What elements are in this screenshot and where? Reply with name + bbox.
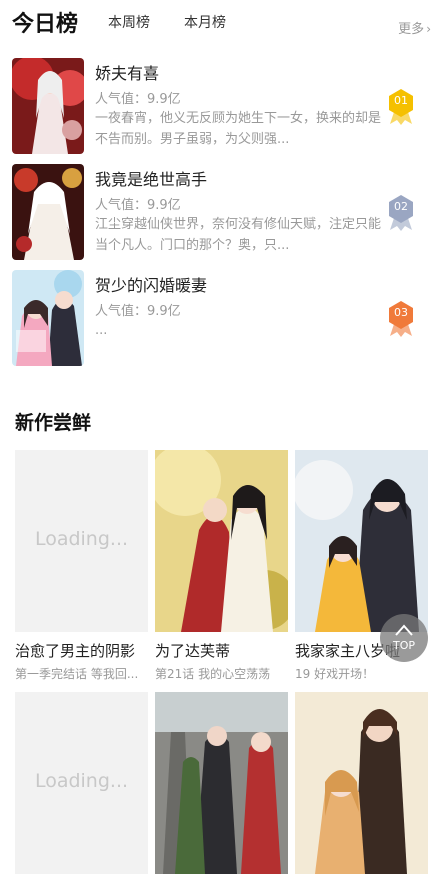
comic-description: 一夜春宵，他义无反顾为她生下一女，换来的却是不告而别。男子虽弱，为父则强... — [95, 111, 381, 147]
comic-thumbnail-placeholder[interactable]: Loading... — [15, 692, 148, 874]
loading-text: Loading... — [34, 770, 129, 792]
comic-card[interactable] — [155, 692, 288, 874]
comic-card[interactable]: Loading... — [15, 692, 148, 874]
rank-number: 02 — [394, 200, 408, 213]
comic-title[interactable]: 娇夫有喜 — [95, 60, 159, 84]
comic-thumbnail[interactable] — [295, 450, 428, 632]
comic-thumbnail[interactable] — [295, 692, 428, 874]
comic-description: 江尘穿越仙侠世界，奈何没有修仙天赋，注定只能当个凡人。门口的那个？奥，只... — [95, 217, 381, 253]
rank-number: 01 — [394, 94, 408, 107]
rank-title: 今日榜 — [12, 12, 79, 37]
back-to-top-button[interactable]: TOP — [380, 614, 428, 662]
back-to-top-label: TOP — [392, 639, 415, 652]
comic-title[interactable]: 我竟是绝世高手 — [95, 166, 207, 190]
more-link[interactable]: 更多 › — [398, 18, 431, 37]
comic-title[interactable]: 为了达芙蒂 — [155, 640, 288, 661]
rank-badge-icon: 03 — [386, 300, 416, 338]
comic-card[interactable]: Loading... 治愈了男主的阴影 第一季完结话 等我回... — [15, 450, 148, 682]
comic-chapter: 第21话 我的心空荡荡 — [155, 667, 271, 681]
comic-thumbnail[interactable] — [155, 692, 288, 874]
rank-badge-icon: 02 — [386, 194, 416, 232]
popularity: 人气值：9.9亿 — [95, 198, 181, 213]
tab-monthly[interactable]: 本月榜 — [184, 12, 226, 32]
section-title-new: 新作尝鲜 — [15, 412, 92, 434]
rank-item[interactable]: 贺少的闪婚暖妻 人气值：9.9亿 ... 03 — [0, 270, 443, 366]
comic-description: ... — [95, 323, 108, 338]
rank-number: 03 — [394, 306, 408, 319]
comic-chapter: 第一季完结话 等我回... — [15, 667, 139, 681]
comic-card[interactable] — [295, 692, 428, 874]
comic-thumbnail-placeholder[interactable]: Loading... — [15, 450, 148, 632]
chevron-right-icon: › — [426, 22, 431, 36]
more-label: 更多 — [398, 22, 425, 37]
rank-badge-icon: 01 — [386, 88, 416, 126]
tab-weekly[interactable]: 本周榜 — [108, 12, 150, 32]
comic-title[interactable]: 贺少的闪婚暖妻 — [95, 272, 207, 296]
comic-cover[interactable] — [12, 164, 84, 260]
loading-text: Loading... — [34, 528, 129, 550]
rank-header: 今日榜 本周榜 本月榜 更多 › — [0, 0, 443, 44]
comic-title[interactable]: 治愈了男主的阴影 — [15, 640, 148, 661]
comic-cover[interactable] — [12, 270, 84, 366]
comic-card[interactable]: 为了达芙蒂 第21话 我的心空荡荡 — [155, 450, 288, 682]
rank-item[interactable]: 我竟是绝世高手 人气值：9.9亿 江尘穿越仙侠世界，奈何没有修仙天赋，注定只能当… — [0, 164, 443, 260]
comic-cover[interactable] — [12, 58, 84, 154]
comic-thumbnail[interactable] — [155, 450, 288, 632]
popularity: 人气值：9.9亿 — [95, 304, 181, 319]
arrow-up-icon — [395, 624, 413, 636]
rank-item[interactable]: 娇夫有喜 人气值：9.9亿 一夜春宵，他义无反顾为她生下一女，换来的却是不告而别… — [0, 58, 443, 154]
popularity: 人气值：9.9亿 — [95, 92, 181, 107]
comic-chapter: 19 好戏开场！ — [295, 667, 375, 681]
